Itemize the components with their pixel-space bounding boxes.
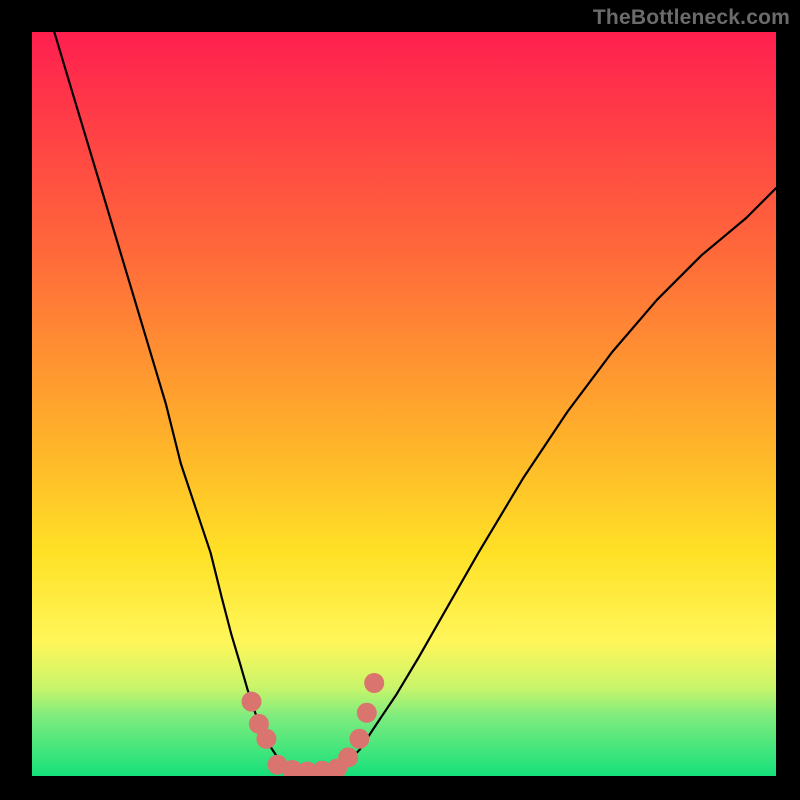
marker-dot	[338, 747, 358, 767]
curve-layer	[0, 0, 800, 800]
bottleneck-curve	[54, 32, 776, 772]
marker-dot	[364, 673, 384, 693]
watermark-text: TheBottleneck.com	[593, 6, 790, 30]
marker-dot	[242, 692, 262, 712]
marker-dot	[256, 729, 276, 749]
marker-dot	[357, 703, 377, 723]
chart-frame: TheBottleneck.com	[0, 0, 800, 800]
marker-dot	[349, 729, 369, 749]
